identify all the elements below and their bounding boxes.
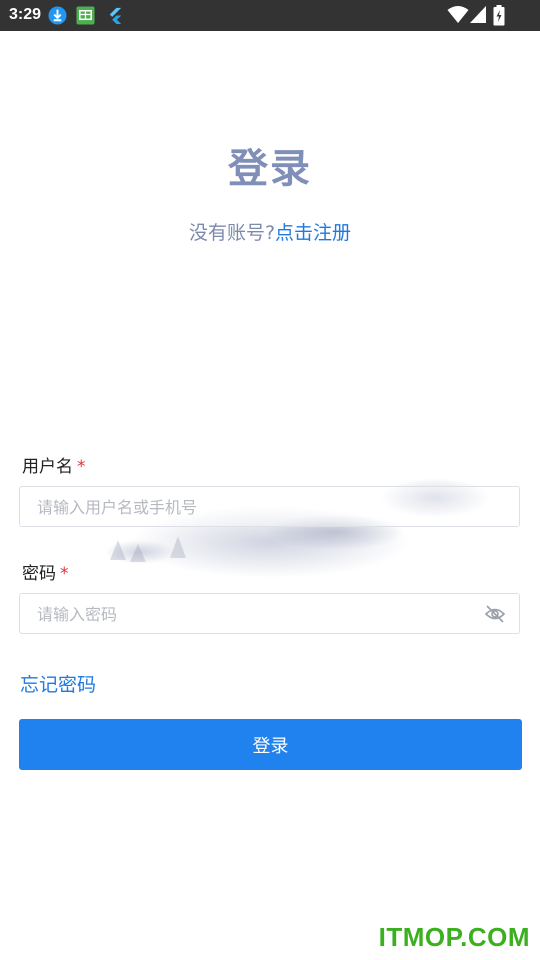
battery-icon bbox=[493, 5, 505, 26]
required-mark: * bbox=[77, 457, 86, 477]
status-time: 3:29 bbox=[9, 6, 42, 23]
status-bar: 3:29 bbox=[0, 0, 540, 31]
no-account-text: 没有账号? bbox=[188, 222, 276, 244]
wifi-icon bbox=[447, 6, 469, 23]
required-mark: * bbox=[60, 564, 69, 584]
username-input[interactable] bbox=[35, 487, 479, 528]
forgot-password-link[interactable]: 忘记密码 bbox=[20, 670, 96, 697]
page-title: 登录 bbox=[228, 146, 312, 192]
register-link[interactable]: 点击注册 bbox=[275, 222, 351, 244]
username-field[interactable] bbox=[19, 486, 520, 528]
password-field[interactable] bbox=[19, 593, 520, 635]
register-prompt: 没有账号?点击注册 bbox=[0, 218, 540, 245]
app-notification-icon bbox=[76, 6, 95, 25]
password-label-text: 密码 bbox=[22, 564, 56, 584]
login-button[interactable]: 登录 bbox=[19, 719, 522, 770]
eye-off-icon[interactable] bbox=[484, 604, 506, 624]
password-label: 密码 * bbox=[22, 559, 69, 584]
username-label-text: 用户名 bbox=[22, 457, 73, 477]
watermark-text: ITMOP.COM bbox=[378, 922, 530, 952]
signal-icon bbox=[470, 6, 486, 23]
flutter-icon bbox=[109, 7, 122, 25]
password-input[interactable] bbox=[35, 594, 479, 635]
download-icon bbox=[48, 6, 67, 25]
username-label: 用户名 * bbox=[22, 452, 86, 477]
